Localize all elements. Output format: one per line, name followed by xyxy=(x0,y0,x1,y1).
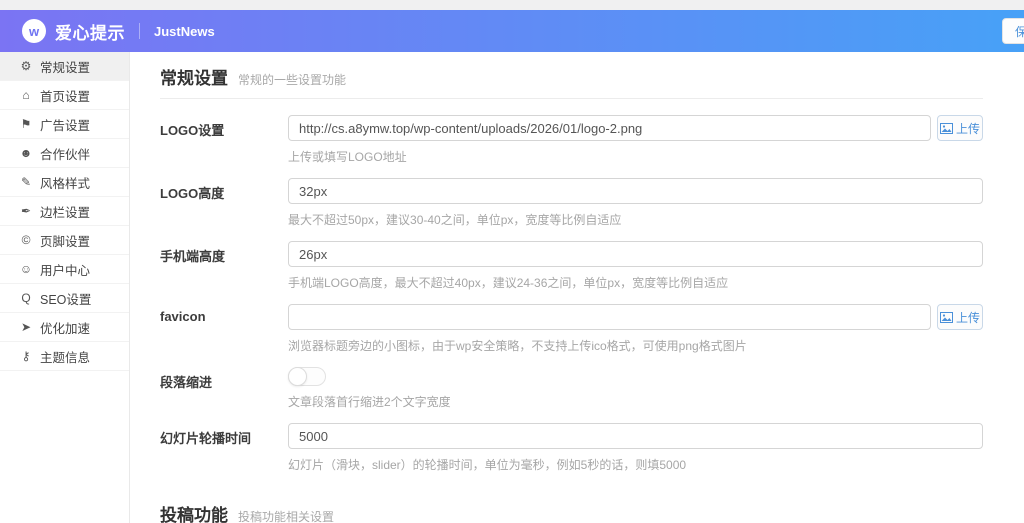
field-help: 文章段落首行缩进2个文字宽度 xyxy=(288,395,451,409)
form-row-logo-height: LOGO高度 最大不超过50px，建议30-40之间，单位px，宽度等比例自适应 xyxy=(160,178,983,228)
sidebar-item-label: 首页设置 xyxy=(40,89,91,104)
section-subtitle-submission: 投稿功能相关设置 xyxy=(238,510,335,523)
panel-header: w 爱心提示 JustNews 保存 xyxy=(0,10,1024,52)
field-help: 最大不超过50px，建议30-40之间，单位px，宽度等比例自适应 xyxy=(288,213,622,227)
form-row-slider-time: 幻灯片轮播时间 幻灯片（滑块，slider）的轮播时间，单位为毫秒，例如5秒的话… xyxy=(160,423,983,473)
paperplane-icon: ➤ xyxy=(20,320,32,334)
logo-height-input[interactable] xyxy=(288,178,983,204)
sidebar-item-seo[interactable]: Q SEO设置 xyxy=(0,284,129,313)
sidebar-item-ads[interactable]: ⚑ 广告设置 xyxy=(0,110,129,139)
settings-content: 常规设置 常规的一些设置功能 LOGO设置 http://cs.a8ymw.to… xyxy=(130,52,1024,523)
home-icon: ⌂ xyxy=(22,88,30,102)
section-divider xyxy=(160,98,983,99)
sidebar-item-label: 风格样式 xyxy=(40,176,91,191)
sidebar-item-label: 主题信息 xyxy=(40,350,91,365)
sidebar-item-label: SEO设置 xyxy=(40,292,92,307)
section-title-general: 常规设置 xyxy=(160,69,228,88)
sidebar-item-label: 用户中心 xyxy=(40,263,91,278)
product-name: JustNews xyxy=(154,23,215,39)
form-row-indent: 段落缩进 文章段落首行缩进2个文字宽度 xyxy=(160,367,983,410)
field-help: 幻灯片（滑块，slider）的轮播时间，单位为毫秒，例如5秒的话，则填5000 xyxy=(288,458,687,472)
image-icon xyxy=(939,311,953,323)
favicon-upload-button[interactable]: 上传 xyxy=(937,304,983,330)
mobile-height-input[interactable] xyxy=(288,241,983,267)
sidebar-item-themeinfo[interactable]: ⚷ 主题信息 xyxy=(0,342,129,371)
sidebar-item-label: 广告设置 xyxy=(40,118,91,133)
toggle-knob xyxy=(288,367,307,386)
field-label: 幻灯片轮播时间 xyxy=(160,431,252,446)
save-button[interactable]: 保存 xyxy=(1002,18,1024,44)
sidebar-item-optimize[interactable]: ➤ 优化加速 xyxy=(0,313,129,342)
indent-toggle[interactable] xyxy=(288,367,326,386)
sidebar-item-usercenter[interactable]: ☺ 用户中心 xyxy=(0,255,129,284)
search-icon: Q xyxy=(21,291,31,305)
sidebar-item-label: 页脚设置 xyxy=(40,234,91,249)
sidebar-item-footer[interactable]: © 页脚设置 xyxy=(0,226,129,255)
admin-top-strip xyxy=(0,0,1024,10)
sidebar-item-label: 优化加速 xyxy=(40,321,91,336)
pen-icon: ✒ xyxy=(20,204,32,218)
header-divider xyxy=(139,23,140,39)
flag-icon: ⚑ xyxy=(20,117,32,131)
favicon-input[interactable] xyxy=(288,304,931,330)
sidebar-item-sidebar-settings[interactable]: ✒ 边栏设置 xyxy=(0,197,129,226)
user-icon: ☺ xyxy=(19,262,33,276)
key-icon: ⚷ xyxy=(21,349,31,363)
sidebar-item-partners[interactable]: ☻ 合作伙伴 xyxy=(0,139,129,168)
field-label: LOGO设置 xyxy=(160,123,225,138)
field-label: 手机端高度 xyxy=(160,249,226,264)
sidebar-item-label: 常规设置 xyxy=(40,60,91,75)
sidebar-item-label: 合作伙伴 xyxy=(40,147,91,162)
sidebar-item-general[interactable]: ⚙ 常规设置 xyxy=(0,52,129,81)
field-help: 手机端LOGO高度，最大不超过40px，建议24-36之间，单位px，宽度等比例… xyxy=(288,276,729,290)
theme-options-page: w 爱心提示 JustNews 保存 ⚙ 常规设置 ⌂ 首页设置 ⚑ 广告设置 … xyxy=(0,0,1024,523)
logo-upload-button[interactable]: 上传 xyxy=(937,115,983,141)
brand-logo-icon: w xyxy=(22,19,46,43)
slider-time-input[interactable] xyxy=(288,423,983,449)
field-label: LOGO高度 xyxy=(160,186,225,201)
section-subtitle-general: 常规的一些设置功能 xyxy=(238,73,347,87)
logo-url-input[interactable] xyxy=(288,115,931,141)
form-row-favicon: favicon 上传 浏览器标题旁边的小图标，由于wp安全策略，不支持上传ico… xyxy=(160,304,983,354)
brand-title: 爱心提示 xyxy=(55,23,125,43)
users-icon: ☻ xyxy=(19,146,33,160)
field-help: 上传或填写LOGO地址 xyxy=(288,150,407,164)
copyright-icon: © xyxy=(21,233,31,247)
settings-sidebar: ⚙ 常规设置 ⌂ 首页设置 ⚑ 广告设置 ☻ 合作伙伴 ✎ 风格样式 ✒ 边栏设… xyxy=(0,52,130,523)
sidebar-item-label: 边栏设置 xyxy=(40,205,91,220)
field-help: 浏览器标题旁边的小图标，由于wp安全策略，不支持上传ico格式，可使用png格式… xyxy=(288,339,747,353)
sidebar-item-style[interactable]: ✎ 风格样式 xyxy=(0,168,129,197)
field-label: favicon xyxy=(160,309,206,324)
gear-icon: ⚙ xyxy=(20,59,32,73)
image-icon xyxy=(939,122,953,134)
form-row-logo: LOGO设置 上传 上传或填写LOGO地址 xyxy=(160,115,983,165)
sidebar-item-homepage[interactable]: ⌂ 首页设置 xyxy=(0,81,129,110)
brush-icon: ✎ xyxy=(20,175,32,189)
form-row-mobile-height: 手机端高度 手机端LOGO高度，最大不超过40px，建议24-36之间，单位px… xyxy=(160,241,983,291)
field-label: 段落缩进 xyxy=(160,375,213,390)
section-title-submission: 投稿功能 xyxy=(160,506,228,523)
